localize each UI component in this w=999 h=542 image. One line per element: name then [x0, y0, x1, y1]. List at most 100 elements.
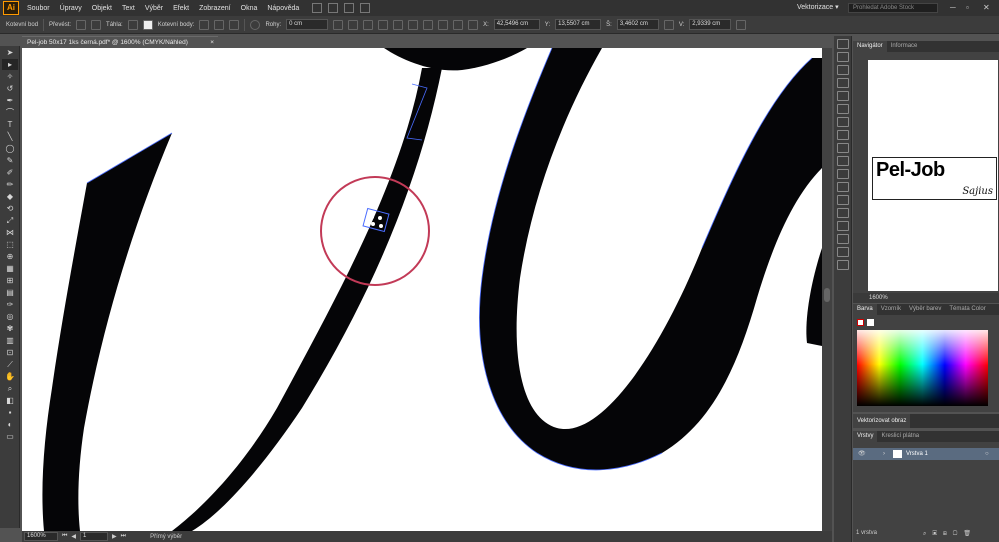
remove-anchor-icon[interactable] — [199, 19, 210, 30]
screen-mode-icon[interactable]: ▭ — [2, 431, 18, 442]
menu-vyber[interactable]: Výběr — [140, 5, 168, 12]
slice-tool-icon[interactable]: ⟋ — [2, 359, 18, 370]
cut-path-icon[interactable] — [229, 19, 240, 30]
align-right-icon[interactable] — [393, 19, 404, 30]
fill-swatch-icon[interactable] — [867, 319, 874, 326]
paintbrush-tool-icon[interactable]: ✎ — [2, 155, 18, 166]
menu-soubor[interactable]: Soubor — [22, 5, 55, 12]
distribute-icon[interactable] — [468, 19, 479, 30]
none-swatch-icon[interactable] — [857, 319, 864, 326]
last-artboard-icon[interactable]: ⏭ — [121, 533, 126, 540]
curvature-tool-icon[interactable]: ⌒ — [2, 107, 18, 118]
prev-artboard-icon[interactable]: ◀ — [71, 533, 76, 540]
convert-corner-icon[interactable] — [76, 19, 87, 30]
delete-layer-icon[interactable]: 🗑 — [963, 531, 977, 537]
show-handles-icon[interactable] — [127, 19, 138, 30]
menu-objekt[interactable]: Objekt — [87, 5, 117, 12]
width-tool-icon[interactable]: ⋈ — [2, 227, 18, 238]
symbol-sprayer-tool-icon[interactable]: ✾ — [2, 323, 18, 334]
artboard-field[interactable]: 1 — [80, 532, 109, 541]
tab-layers[interactable]: Vrstvy — [853, 431, 878, 442]
transform-icon[interactable] — [348, 19, 359, 30]
pencil-tool-icon[interactable]: ✏ — [2, 179, 18, 190]
align-hcenter-icon[interactable] — [378, 19, 389, 30]
links-icon[interactable] — [837, 221, 849, 231]
tab-navigator[interactable]: Navigátor — [853, 41, 887, 52]
connect-anchor-icon[interactable] — [214, 19, 225, 30]
vertical-scrollbar[interactable] — [822, 48, 832, 531]
free-transform-tool-icon[interactable]: ⬚ — [2, 239, 18, 250]
gpu-performance-icon[interactable] — [360, 3, 371, 13]
brushes-icon[interactable] — [837, 91, 849, 101]
align-icon[interactable] — [837, 143, 849, 153]
target-circle-icon[interactable]: ○ — [985, 448, 989, 460]
x-field[interactable]: 42,5496 cm — [493, 19, 540, 30]
distribute-icon[interactable] — [453, 19, 464, 30]
selection-tool-icon[interactable]: ➤ — [2, 47, 18, 58]
document-tab[interactable]: Pel-job 50x17 1ks černá.pdf* @ 1600% (CM… — [22, 36, 218, 48]
menu-efekt[interactable]: Efekt — [168, 5, 194, 12]
corners-field[interactable]: 0 cm — [286, 19, 329, 30]
navigator-preview[interactable]: Pel-Job Sajius — [868, 60, 998, 291]
appearance-icon[interactable] — [837, 130, 849, 140]
color-mode-icon[interactable]: ▪ — [2, 407, 18, 418]
expand-chevron-icon[interactable]: › — [883, 448, 885, 460]
locate-object-icon[interactable]: ⌕ — [923, 531, 932, 537]
align-vcenter-icon[interactable] — [423, 19, 434, 30]
pathfinder-icon[interactable] — [837, 169, 849, 179]
transparency-icon[interactable] — [837, 208, 849, 218]
perspective-grid-tool-icon[interactable]: ▦ — [2, 263, 18, 274]
transform-icon[interactable] — [333, 19, 344, 30]
fill-stroke-icon[interactable]: ◧ — [2, 395, 18, 406]
transform-icon[interactable] — [837, 156, 849, 166]
ellipse-tool-icon[interactable]: ◯ — [2, 143, 18, 154]
tab-color[interactable]: Barva — [853, 304, 877, 315]
align-top-icon[interactable] — [408, 19, 419, 30]
stock-search-input[interactable]: Prohledat Adobe Stock — [848, 3, 938, 13]
new-layer-icon[interactable]: ▢ — [953, 531, 964, 537]
tab-swatches[interactable]: Vzorník — [877, 304, 905, 315]
tab-color-guide[interactable]: Výběr barev — [905, 304, 945, 315]
shaper-tool-icon[interactable]: ✐ — [2, 167, 18, 178]
type-tool-icon[interactable]: T — [2, 119, 18, 130]
play-icon[interactable] — [837, 39, 849, 49]
gradient-icon[interactable] — [837, 195, 849, 205]
align-bottom-icon[interactable] — [438, 19, 449, 30]
navigator-zoom-field[interactable]: 1600% — [853, 293, 999, 303]
layer-name[interactable]: Vrstva 1 — [906, 448, 928, 460]
shape-builder-tool-icon[interactable]: ⊕ — [2, 251, 18, 262]
paragraph-icon[interactable] — [837, 234, 849, 244]
swatches-icon[interactable] — [837, 78, 849, 88]
zoom-field[interactable]: 1600% — [24, 532, 58, 541]
tab-image-trace[interactable]: Vektorizovat obraz — [853, 414, 911, 428]
bridge-icon[interactable] — [312, 3, 323, 13]
properties-icon[interactable] — [837, 52, 849, 62]
close-tab-icon[interactable]: × — [210, 37, 214, 48]
menu-zobrazeni[interactable]: Zobrazení — [194, 5, 236, 12]
artboard-tool-icon[interactable]: ⊡ — [2, 347, 18, 358]
close-window-icon[interactable]: ✕ — [983, 3, 990, 12]
menu-icon[interactable] — [736, 19, 747, 30]
tab-color-themes[interactable]: Témata Color — [945, 304, 989, 315]
menu-upravy[interactable]: Úpravy — [55, 5, 87, 12]
maximize-icon[interactable]: ▫ — [966, 3, 969, 12]
stroke-icon[interactable] — [837, 182, 849, 192]
direct-selection-tool-icon[interactable]: ▸ — [2, 59, 18, 70]
pen-tool-icon[interactable]: ✒ — [2, 95, 18, 106]
scale-tool-icon[interactable]: ⤢ — [2, 215, 18, 226]
menu-okna[interactable]: Okna — [236, 5, 263, 12]
graph-tool-icon[interactable]: ▥ — [2, 335, 18, 346]
isolate-icon[interactable] — [250, 19, 261, 30]
link-icon[interactable] — [663, 19, 674, 30]
rotate-tool-icon[interactable]: ⟲ — [2, 203, 18, 214]
artboard-canvas[interactable] — [22, 48, 822, 531]
first-artboard-icon[interactable]: ⏮ — [62, 533, 67, 540]
mesh-tool-icon[interactable]: ⊞ — [2, 275, 18, 286]
workspace-switcher[interactable]: Vektorizace ▾ — [797, 3, 839, 11]
visibility-eye-icon[interactable]: 👁 — [858, 448, 866, 460]
gradient-tool-icon[interactable]: ▤ — [2, 287, 18, 298]
new-sublayer-icon[interactable]: ⊞ — [943, 531, 953, 537]
symbols-icon[interactable] — [837, 104, 849, 114]
h-field[interactable]: 2,9339 cm — [689, 19, 732, 30]
line-tool-icon[interactable]: ╲ — [2, 131, 18, 142]
